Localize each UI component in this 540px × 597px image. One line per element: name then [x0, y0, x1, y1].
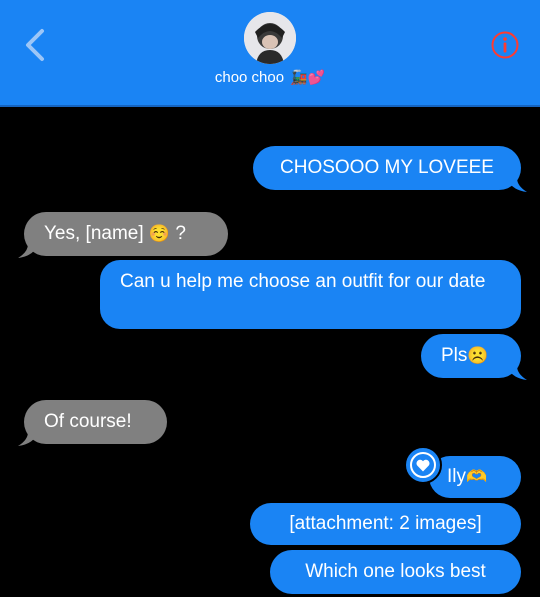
chat-header: choo choo 🚂💕 [0, 0, 540, 107]
message-text: CHOSOOO MY LOVEEE [280, 157, 494, 178]
message-text: Of course! [44, 411, 132, 432]
message-bubble-sent[interactable]: Pls☹️ [421, 334, 527, 380]
message-emoji: ☺️ [148, 224, 171, 243]
info-button[interactable] [490, 30, 520, 60]
avatar-image [244, 12, 296, 64]
message-emoji: ☹️ [467, 346, 489, 365]
chevron-left-icon [26, 29, 44, 61]
back-button[interactable] [22, 28, 50, 62]
message-text: Yes, [name] [44, 223, 144, 244]
message-bubble-sent[interactable]: CHOSOOO MY LOVEEE [253, 146, 527, 192]
message-bubble-sent[interactable]: [attachment: 2 images] [250, 503, 521, 545]
message-bubble-sent[interactable]: Ily🫶 [429, 456, 521, 498]
heart-reaction-badge[interactable] [404, 446, 442, 484]
contact-emoji: 🚂💕 [290, 69, 326, 85]
message-emoji: 🫶 [466, 467, 488, 486]
message-text: Can u help me choose an outfit for our d… [120, 271, 486, 292]
message-text: Which one looks best [305, 561, 486, 582]
message-bubble-sent[interactable]: Can u help me choose an outfit for our d… [100, 260, 521, 329]
message-text: [attachment: 2 images] [289, 513, 482, 534]
message-suffix: ? [170, 223, 186, 244]
heart-reaction-ring [410, 452, 436, 478]
message-bubble-sent[interactable]: Which one looks best [270, 550, 521, 594]
bubble-tail [18, 432, 38, 446]
info-circle-icon [491, 31, 519, 59]
contact-name-text: choo choo [214, 69, 285, 86]
contact-name[interactable]: choo choo 🚂💕 [0, 69, 540, 86]
bubble-tail [507, 178, 527, 192]
contact-avatar[interactable] [244, 12, 296, 64]
message-text: Pls [441, 345, 468, 366]
message-bubble-received[interactable]: Of course! [18, 400, 167, 446]
message-bubble-received[interactable]: Yes, [name] ☺️ ? [18, 212, 228, 258]
message-text: Ily [447, 466, 466, 487]
bubble-tail [507, 366, 527, 380]
bubble-tail [18, 244, 38, 258]
heart-icon [416, 459, 430, 471]
